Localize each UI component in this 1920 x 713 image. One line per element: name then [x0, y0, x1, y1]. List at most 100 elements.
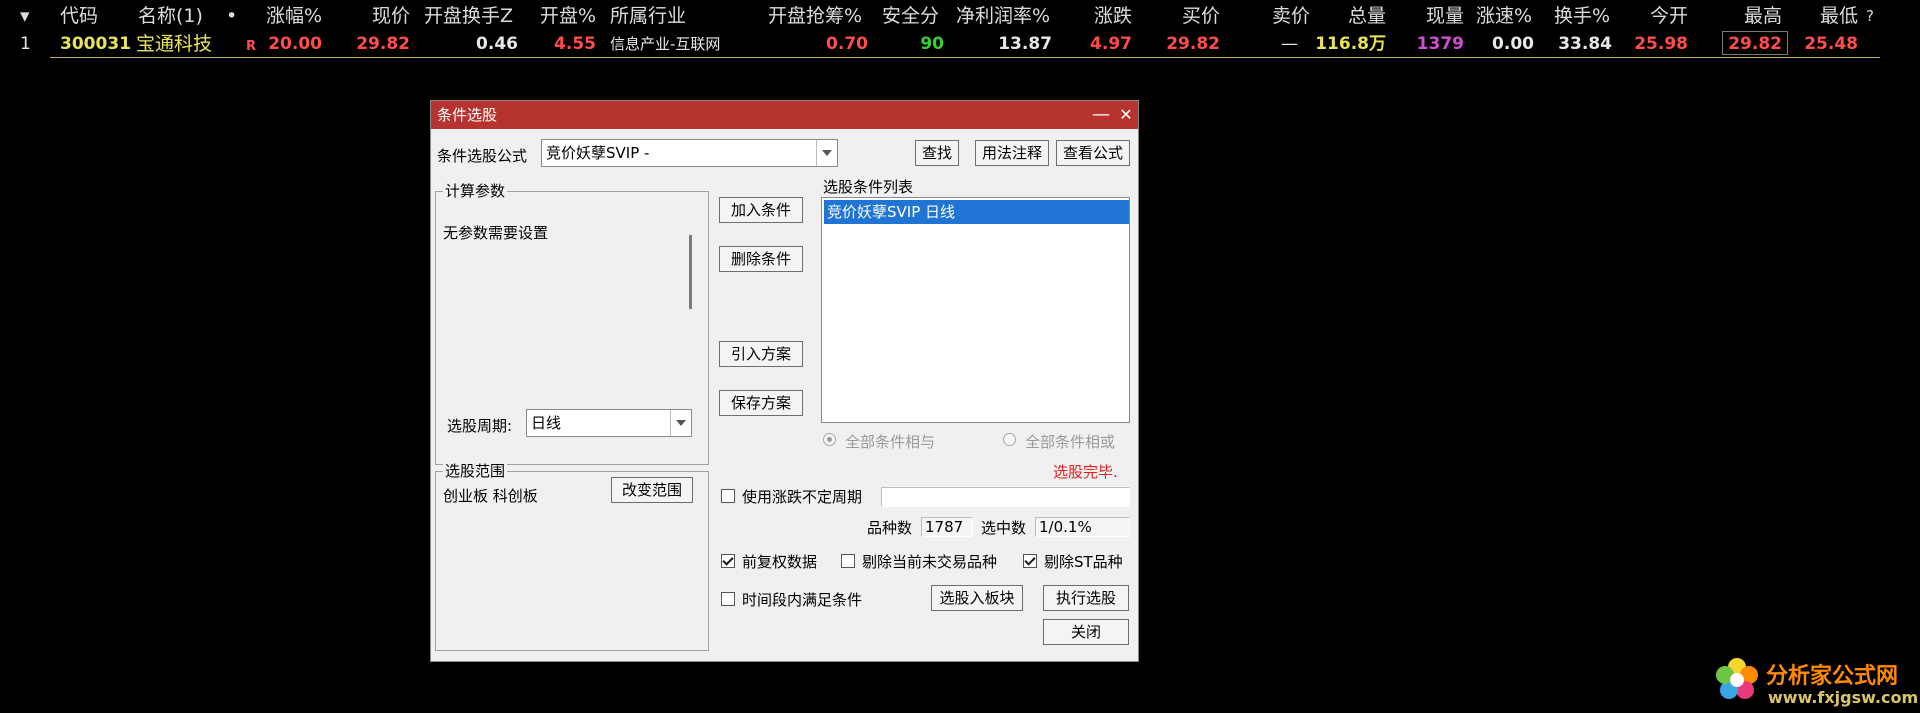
params-group-title: 计算参数: [443, 182, 508, 200]
forward-adjust-checkbox[interactable]: [721, 554, 735, 568]
table-row[interactable]: 1 300031 宝通科技 R 20.00 29.82 0.46 4.55 信息…: [0, 30, 1920, 58]
uncertain-period-label: 使用涨跌不定周期: [742, 488, 863, 506]
import-scheme-button[interactable]: 引入方案: [719, 341, 803, 367]
cell-net-margin: 13.87: [998, 34, 1052, 54]
cell-volume: 116.8万: [1315, 34, 1386, 54]
header-code[interactable]: 代码: [60, 2, 98, 30]
formula-select-value: 竞价妖孽SVIP -: [546, 144, 650, 162]
exclude-untraded-checkbox[interactable]: [841, 554, 855, 568]
execute-screen-button[interactable]: 执行选股: [1043, 585, 1129, 611]
time-range-label: 时间段内满足条件: [742, 591, 863, 609]
chevron-down-icon[interactable]: [670, 410, 691, 436]
selected-label: 选中数: [981, 519, 1027, 537]
cell-ask: —: [1281, 34, 1298, 54]
header-open-grab[interactable]: 开盘抢筹%: [768, 2, 862, 30]
dialog-title: 条件选股: [437, 106, 498, 124]
cell-speed: 0.00: [1492, 34, 1534, 54]
save-scheme-button[interactable]: 保存方案: [719, 390, 803, 416]
cell-today-open: 25.98: [1634, 34, 1688, 54]
find-button[interactable]: 查找: [915, 140, 959, 166]
uncertain-period-checkbox[interactable]: [721, 489, 735, 503]
period-select[interactable]: 日线: [526, 409, 692, 437]
watermark-name: 分析家公式网: [1766, 664, 1899, 689]
change-range-button[interactable]: 改变范围: [611, 477, 693, 503]
cell-low: 25.48: [1804, 34, 1858, 54]
header-ask[interactable]: 卖价: [1258, 2, 1310, 30]
row-index: 1: [20, 34, 31, 54]
cell-bid: 29.82: [1166, 34, 1220, 54]
condition-list-label: 选股条件列表: [823, 178, 914, 196]
delete-condition-button[interactable]: 删除条件: [719, 246, 803, 272]
range-group-title: 选股范围: [443, 462, 508, 480]
header-today-open[interactable]: 今开: [1628, 2, 1688, 30]
cell-price: 29.82: [356, 34, 410, 54]
header-name[interactable]: 名称(1): [138, 2, 203, 30]
header-volume[interactable]: 总量: [1334, 2, 1386, 30]
header-dot: •: [226, 5, 238, 27]
selected-value: 1/0.1%: [1035, 517, 1130, 537]
header-open-pct[interactable]: 开盘%: [540, 2, 596, 30]
flower-logo-icon: [1716, 658, 1758, 699]
period-select-value: 日线: [531, 414, 562, 432]
minimize-icon[interactable]: —: [1090, 101, 1112, 129]
row-separator: [50, 57, 1880, 58]
range-value: 创业板 科创板: [443, 487, 538, 505]
header-net-margin[interactable]: 净利润率%: [956, 2, 1050, 30]
header-open-turnover[interactable]: 开盘换手Z: [424, 2, 513, 30]
all-and-label: 全部条件相与: [845, 433, 936, 451]
formula-select[interactable]: 竞价妖孽SVIP -: [541, 139, 838, 167]
header-change[interactable]: 涨跌: [1080, 2, 1132, 30]
cell-safety: 90: [920, 34, 944, 54]
cell-turnover: 33.84: [1558, 34, 1612, 54]
cell-code: 300031: [60, 34, 131, 54]
all-or-label: 全部条件相或: [1025, 433, 1116, 451]
all-and-radio[interactable]: [823, 433, 836, 446]
status-text: 选股完毕.: [1053, 463, 1118, 481]
cell-cur-vol: 1379: [1416, 34, 1464, 54]
condition-list[interactable]: 竞价妖孽SVIP 日线: [821, 197, 1130, 423]
header-turnover[interactable]: 换手%: [1554, 2, 1610, 30]
no-params-text: 无参数需要设置: [443, 224, 549, 242]
dialog-titlebar[interactable]: 条件选股 — ✕: [431, 101, 1138, 129]
add-condition-button[interactable]: 加入条件: [719, 197, 803, 223]
params-scrollbar[interactable]: [689, 235, 692, 309]
close-button[interactable]: 关闭: [1043, 619, 1129, 645]
header-price[interactable]: 现价: [350, 2, 410, 30]
sort-toggle-icon[interactable]: ▾: [20, 2, 34, 30]
help-icon[interactable]: ?: [1866, 2, 1874, 30]
count-value: 1787: [921, 517, 973, 537]
period-label: 选股周期:: [447, 417, 513, 435]
condition-screener-dialog: 条件选股 — ✕ 条件选股公式 竞价妖孽SVIP - 查找 用法注释 查看公式 …: [430, 100, 1139, 662]
cell-industry: 信息产业-互联网: [610, 35, 721, 53]
header-industry[interactable]: 所属行业: [610, 2, 686, 30]
header-speed[interactable]: 涨速%: [1476, 2, 1532, 30]
view-formula-button[interactable]: 查看公式: [1056, 140, 1130, 166]
cell-change: 4.97: [1090, 34, 1132, 54]
uncertain-period-input[interactable]: [881, 487, 1130, 507]
cell-name: 宝通科技: [136, 33, 213, 55]
cell-focus-box: [1722, 31, 1788, 55]
header-cur-vol[interactable]: 现量: [1412, 2, 1464, 30]
cell-open-pct: 4.55: [554, 34, 596, 54]
count-label: 品种数: [867, 519, 913, 537]
list-item[interactable]: 竞价妖孽SVIP 日线: [824, 200, 1129, 224]
time-range-checkbox[interactable]: [721, 592, 735, 606]
formula-label: 条件选股公式: [437, 147, 528, 165]
close-icon[interactable]: ✕: [1115, 101, 1137, 129]
header-low[interactable]: 最低: [1800, 2, 1858, 30]
header-safety[interactable]: 安全分: [882, 2, 939, 30]
exclude-st-label: 剔除ST品种: [1044, 553, 1123, 571]
forward-adjust-label: 前复权数据: [742, 553, 818, 571]
header-chg-pct[interactable]: 涨幅%: [248, 2, 322, 30]
usage-notes-button[interactable]: 用法注释: [975, 140, 1049, 166]
watermark-url: www.fxjgsw.com: [1768, 688, 1919, 707]
header-high[interactable]: 最高: [1722, 2, 1782, 30]
chevron-down-icon[interactable]: [816, 140, 837, 166]
cell-open-turnover: 0.46: [476, 34, 518, 54]
exclude-st-checkbox[interactable]: [1023, 554, 1037, 568]
table-header: ▾ 代码 名称(1) • 涨幅% 现价 开盘换手Z 开盘% 所属行业 开盘抢筹%…: [0, 2, 1920, 30]
header-bid[interactable]: 买价: [1168, 2, 1220, 30]
all-or-radio[interactable]: [1003, 433, 1016, 446]
exclude-untraded-label: 剔除当前未交易品种: [862, 553, 998, 571]
select-to-block-button[interactable]: 选股入板块: [931, 585, 1023, 611]
